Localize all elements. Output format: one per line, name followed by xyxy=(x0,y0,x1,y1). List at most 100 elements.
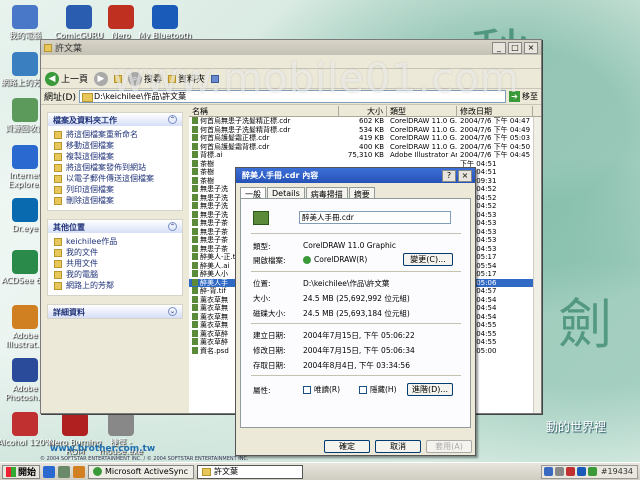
file-icon xyxy=(192,134,198,141)
change-button[interactable]: 變更(C)... xyxy=(403,253,453,266)
file-name: 薰衣草醉 xyxy=(200,338,228,346)
task-item[interactable]: 我的電腦 xyxy=(54,269,176,280)
column-name[interactable]: 名稱 xyxy=(189,106,339,116)
task-item[interactable]: 移動這個檔案 xyxy=(54,140,176,151)
task-panel-header[interactable]: 詳細資料 ⌄ xyxy=(48,305,182,318)
task-item[interactable]: 刪除這個檔案 xyxy=(54,195,176,206)
filename-input[interactable]: 醉美人手冊.cdr xyxy=(299,211,451,224)
file-icon xyxy=(192,304,198,311)
minimize-button[interactable]: _ xyxy=(492,41,506,54)
readonly-label: 唯讀(R) xyxy=(314,385,341,394)
file-icon xyxy=(192,219,198,226)
folders-button[interactable]: 資料夾 xyxy=(168,72,205,85)
file-name: 無患子茶 xyxy=(200,227,228,236)
file-icon xyxy=(192,236,198,243)
start-button[interactable]: 開始 xyxy=(2,464,41,479)
quicklaunch-desktop-icon[interactable] xyxy=(58,465,71,478)
address-input[interactable]: D:\keichilee\作品\許文葉 xyxy=(78,90,506,103)
tray-bluetooth-icon[interactable] xyxy=(576,467,586,476)
chevron-icon[interactable]: ⌄ xyxy=(168,307,177,316)
file-row[interactable]: 何首烏無患子洗髮精背標.cdr 534 KB CorelDRAW 11.0 G...… xyxy=(189,125,541,135)
column-date[interactable]: 修改日期 xyxy=(457,106,533,116)
app-icon xyxy=(12,305,38,329)
task-explorer[interactable]: 許文葉 xyxy=(197,464,304,479)
task-activesync-label: Microsoft ActiveSync xyxy=(105,467,188,476)
search-button[interactable]: ⌕ 搜尋 xyxy=(128,71,163,86)
back-button[interactable]: ◀ 上一頁 xyxy=(45,71,88,86)
tray-antivirus-icon[interactable] xyxy=(565,467,575,476)
help-button[interactable]: ? xyxy=(442,169,456,182)
file-icon xyxy=(192,312,198,320)
file-row[interactable]: 背標.ai 75,310 KB Adobe Illustrator Art...20… xyxy=(189,151,541,160)
up-folder-icon[interactable] xyxy=(114,74,123,83)
task-activesync[interactable]: Microsoft ActiveSync xyxy=(88,464,195,479)
quicklaunch-media-icon[interactable] xyxy=(73,465,86,478)
desktop-icon[interactable]: 我的電腦 xyxy=(0,5,54,40)
file-icon xyxy=(192,338,198,345)
cancel-button[interactable]: 取消 xyxy=(375,440,421,453)
task-item[interactable]: 列印這個檔案 xyxy=(54,184,176,195)
ok-button[interactable]: 確定 xyxy=(324,440,370,453)
views-icon[interactable] xyxy=(211,74,220,83)
file-icon xyxy=(192,193,198,201)
file-size: 602 KB xyxy=(359,117,384,125)
app-icon xyxy=(12,5,38,29)
task-item[interactable]: 以電子郵件傳送這個檔案 xyxy=(54,173,176,184)
column-size[interactable]: 大小 xyxy=(339,106,387,116)
tray-network-icon[interactable] xyxy=(543,467,553,476)
task-panel-header[interactable]: 其他位置 ⌃ xyxy=(48,220,182,233)
app-icon xyxy=(108,412,134,436)
readonly-checkbox[interactable]: 唯讀(R) xyxy=(303,384,340,395)
maximize-button[interactable]: □ xyxy=(508,41,522,54)
size-value: 24.5 MB (25,692,992 位元組) xyxy=(303,294,410,303)
close-button[interactable]: × xyxy=(524,41,538,54)
file-row[interactable]: 何首烏護髮霜背標.cdr 400 KB CorelDRAW 11.0 G... 200… xyxy=(189,142,541,152)
modified-value: 2004年7月15日, 下午 05:06:34 xyxy=(303,346,415,355)
hidden-check-icon xyxy=(359,386,367,394)
forward-button[interactable]: ▶ xyxy=(94,71,109,86)
readonly-check-icon xyxy=(303,386,311,394)
task-item-label: 我的電腦 xyxy=(66,270,98,279)
task-item[interactable]: 共用文件 xyxy=(54,258,176,269)
search-label: 搜尋 xyxy=(144,75,163,85)
task-panel: 其他位置 ⌃ keichilee作品 我的文件 共用文件 我的電腦 網路上的芳鄰 xyxy=(47,219,183,296)
file-row[interactable]: 何首烏無患子洗髮精正標.cdr 602 KB CorelDRAW 11.0 G...… xyxy=(189,117,541,126)
task-icon xyxy=(54,281,62,290)
hidden-checkbox[interactable]: 隱藏(H) xyxy=(359,384,397,395)
folders-icon xyxy=(168,74,177,83)
chevron-icon[interactable]: ⌃ xyxy=(168,222,177,231)
folder-icon xyxy=(44,43,52,52)
tray-volume-icon[interactable] xyxy=(554,467,564,476)
file-icon xyxy=(192,278,198,286)
apply-button[interactable]: 套用(A) xyxy=(426,440,472,453)
file-date: 2004/7/6 下午 04:45 xyxy=(460,151,531,159)
advanced-button[interactable]: 進階(D)... xyxy=(407,383,453,396)
file-size: 400 KB xyxy=(359,142,384,151)
tray-sync-icon[interactable] xyxy=(587,467,597,476)
system-tray: #19434 xyxy=(540,464,638,479)
task-item[interactable]: 我的文件 xyxy=(54,247,176,258)
quicklaunch-ie-icon[interactable] xyxy=(43,465,56,478)
dialog-close-button[interactable]: × xyxy=(458,169,472,182)
task-item[interactable]: keichilee作品 xyxy=(54,236,176,247)
explorer-titlebar[interactable]: 許文葉 _ □ × xyxy=(41,40,541,55)
task-item[interactable]: 將這個檔案重新命名 xyxy=(54,129,176,140)
app-icon xyxy=(152,5,178,29)
file-name: 何首烏護髮霜背標.cdr xyxy=(200,142,270,151)
task-item-label: 我的文件 xyxy=(66,248,98,257)
location-value: D:\keichilee\作品\許文葉 xyxy=(303,279,390,288)
file-name: 無患子洗 xyxy=(200,193,228,202)
task-item[interactable]: 將這個檔案發佈到網站 xyxy=(54,162,176,173)
properties-titlebar[interactable]: 醉美人手冊.cdr 內容 ? × xyxy=(236,168,475,183)
task-explorer-label: 許文葉 xyxy=(214,467,239,476)
task-item[interactable]: 複製這個檔案 xyxy=(54,151,176,162)
file-row[interactable]: 何首烏護髮霜正標.cdr 419 KB CorelDRAW 11.0 G... 200… xyxy=(189,134,541,143)
vertical-scrollbar[interactable] xyxy=(533,117,541,413)
task-item-label: 將這個檔案重新命名 xyxy=(66,130,138,139)
go-button[interactable]: ➔ 移至 xyxy=(509,91,538,102)
task-item[interactable]: 網路上的芳鄰 xyxy=(54,280,176,291)
slogan: 動的世界裡 xyxy=(546,420,607,434)
chevron-icon[interactable]: ⌃ xyxy=(168,115,177,124)
task-panel-header[interactable]: 檔案及資料夾工作 ⌃ xyxy=(48,113,182,126)
column-type[interactable]: 類型 xyxy=(387,106,457,116)
